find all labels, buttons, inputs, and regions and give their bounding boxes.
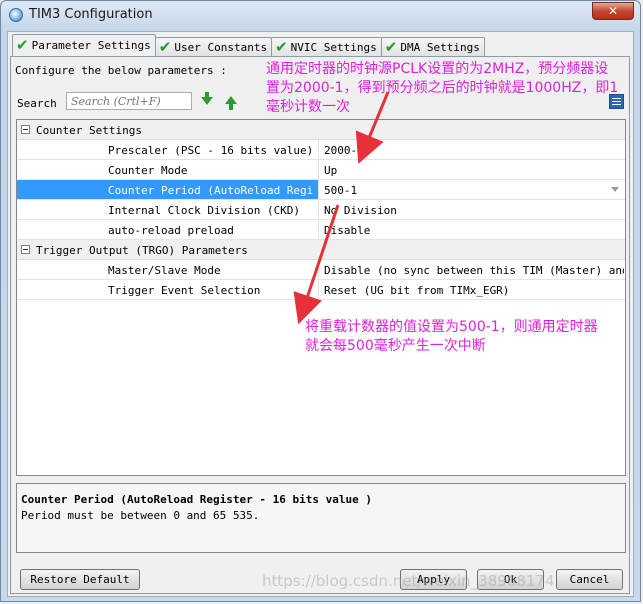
annotation-arrows xyxy=(293,91,390,325)
tab-parameter-settings[interactable]: ✔ Parameter Settings xyxy=(12,34,156,56)
arrow-to-counter-period xyxy=(293,204,340,325)
watermark: https://blog.csdn.net/weixin_38968174 xyxy=(262,572,555,590)
tab-label: Parameter Settings xyxy=(31,39,151,52)
arrow-to-prescaler xyxy=(355,91,390,164)
check-icon: ✔ xyxy=(16,36,29,54)
